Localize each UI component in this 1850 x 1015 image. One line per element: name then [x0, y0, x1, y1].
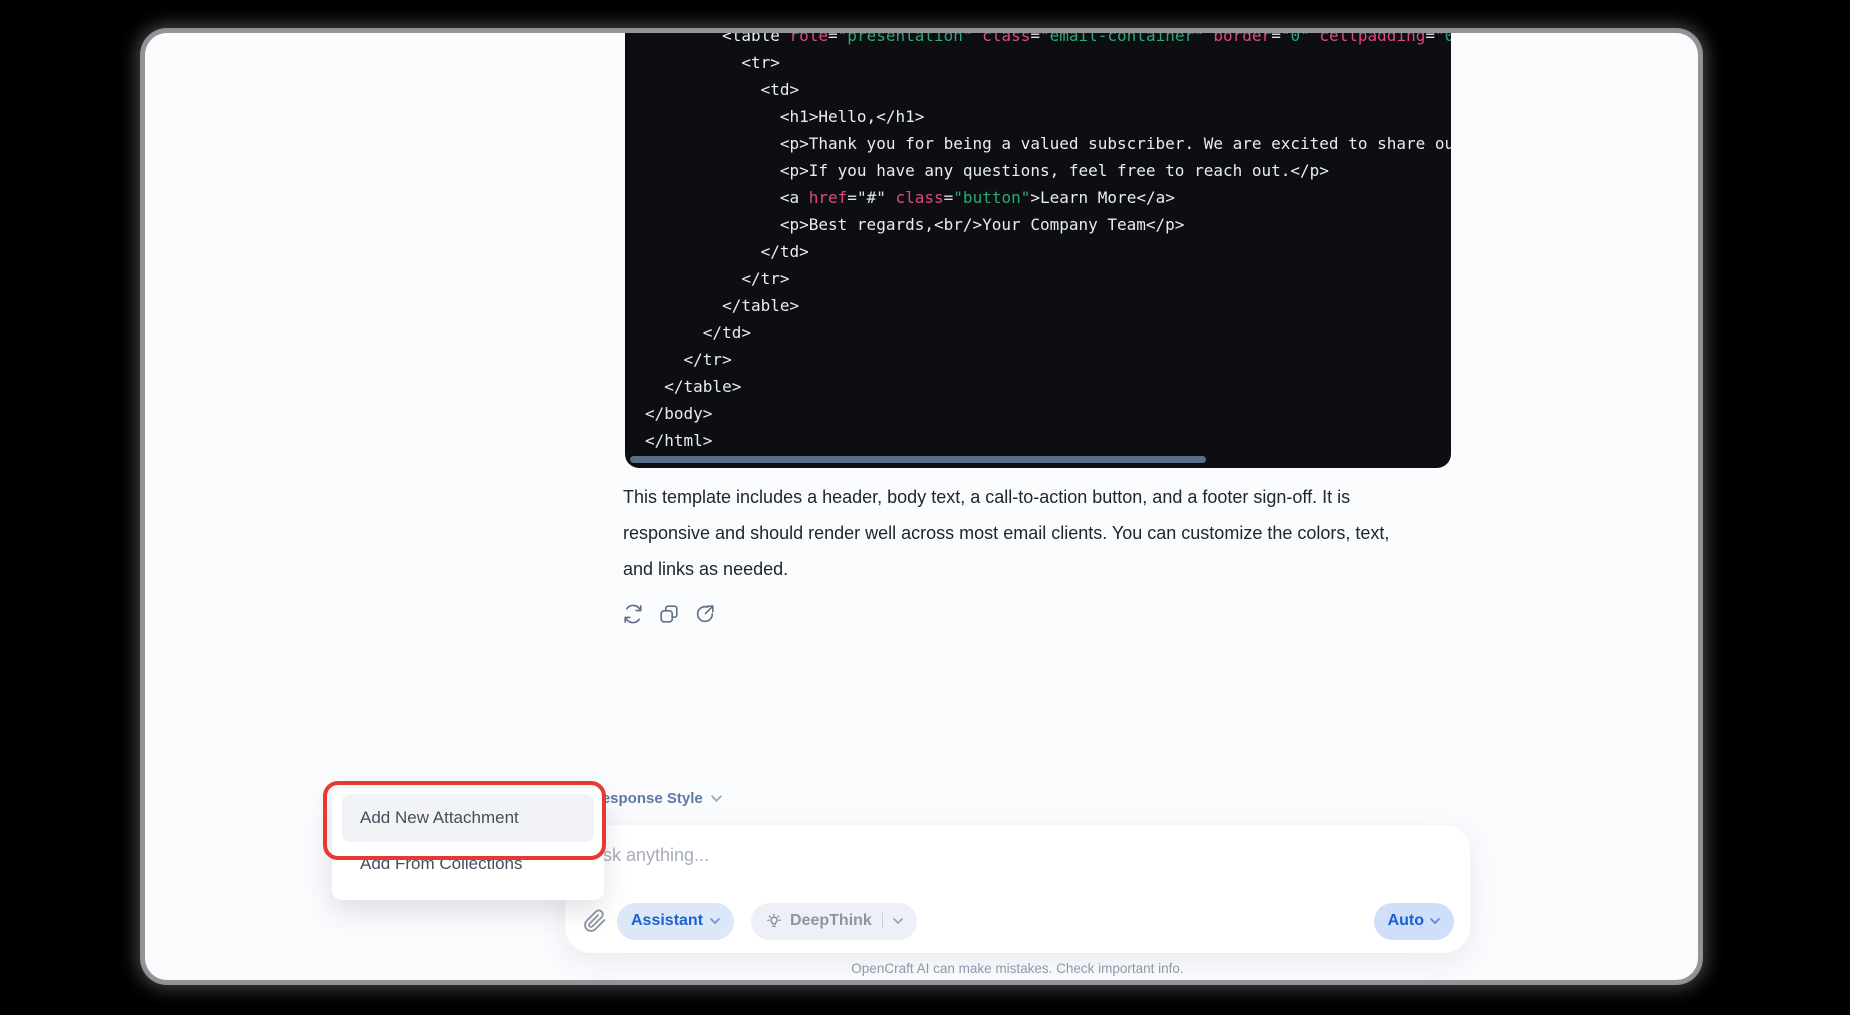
regenerate-button[interactable]: [622, 603, 644, 625]
code-block[interactable]: <table role="presentation" class="email-…: [625, 33, 1451, 468]
chevron-down-icon: [711, 795, 722, 802]
code-line: </table>: [645, 292, 1451, 319]
chat-input[interactable]: Ask anything...: [591, 845, 709, 866]
disclaimer: OpenCraft AI can make mistakes. Check im…: [565, 961, 1470, 976]
code-line: </table>: [645, 373, 1451, 400]
code-line: <p>If you have any questions, feel free …: [645, 157, 1451, 184]
code-line: <p>Best regards,<br/>Your Company Team</…: [645, 211, 1451, 238]
message-actions: [622, 603, 716, 625]
code-line: <tr>: [645, 49, 1451, 76]
code-line: </tr>: [645, 346, 1451, 373]
chevron-down-icon: [710, 918, 720, 924]
divider: [882, 913, 883, 929]
code-line: <h1>Hello,</h1>: [645, 103, 1451, 130]
composer-toolbar: Assistant DeepThink Auto: [581, 902, 1454, 940]
code-line: <td>: [645, 76, 1451, 103]
deepthink-toggle-button[interactable]: DeepThink: [751, 903, 917, 940]
copy-icon: [658, 603, 680, 625]
chevron-down-icon: [1430, 918, 1440, 924]
code-line: </body>: [645, 400, 1451, 427]
chat-input-card: Ask anything... Assistant: [565, 825, 1470, 953]
share-button[interactable]: [694, 603, 716, 625]
share-icon: [694, 603, 716, 625]
attach-file-button[interactable]: [583, 909, 607, 933]
regenerate-icon: [622, 603, 644, 625]
attachment-menu: Add New AttachmentAdd From Collections: [332, 788, 604, 900]
assistant-paragraph: This template includes a header, body te…: [623, 479, 1473, 587]
code-horizontal-scrollbar-thumb[interactable]: [630, 456, 1206, 463]
app-window: <table role="presentation" class="email-…: [145, 33, 1698, 980]
code-line: <p>Thank you for being a valued subscrib…: [645, 130, 1451, 157]
code-line: </td>: [645, 238, 1451, 265]
code-line: </tr>: [645, 265, 1451, 292]
response-style-label: Response Style: [591, 790, 703, 807]
assistant-mode-button[interactable]: Assistant: [617, 903, 734, 940]
deepthink-label: DeepThink: [790, 912, 872, 930]
code-line: <table role="presentation" class="email-…: [645, 33, 1451, 49]
assistant-mode-label: Assistant: [631, 912, 703, 930]
code-content: <table role="presentation" class="email-…: [625, 33, 1451, 454]
paperclip-icon: [583, 909, 607, 933]
code-line: </html>: [645, 427, 1451, 454]
code-line: <a href="#" class="button">Learn More</a…: [645, 184, 1451, 211]
copy-button[interactable]: [658, 603, 680, 625]
menu-item-add-from-collections[interactable]: Add From Collections: [342, 842, 594, 886]
auto-model-label: Auto: [1388, 912, 1424, 930]
response-style-dropdown[interactable]: Response Style: [591, 790, 722, 807]
auto-model-button[interactable]: Auto: [1374, 903, 1454, 940]
chevron-down-icon: [893, 918, 903, 924]
code-line: </td>: [645, 319, 1451, 346]
attachment-menu-items: Add New AttachmentAdd From Collections: [342, 794, 594, 886]
screenshot-frame: <table role="presentation" class="email-…: [0, 0, 1850, 1015]
menu-item-add-new-attachment[interactable]: Add New Attachment: [342, 794, 594, 842]
lightbulb-icon: [765, 912, 783, 930]
